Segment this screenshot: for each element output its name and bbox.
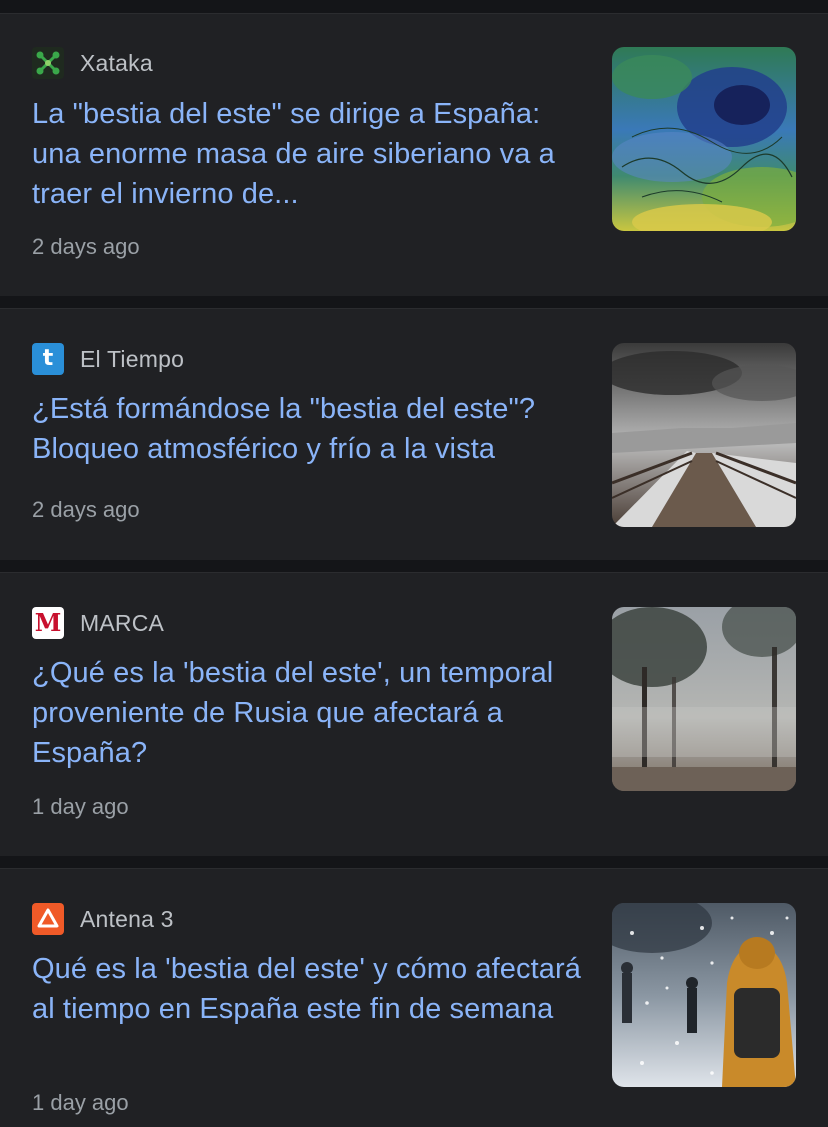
news-card[interactable]: M MARCA ¿Qué es la 'bestia del este', un… — [0, 572, 828, 856]
source-row: M MARCA — [32, 607, 164, 639]
antena3-logo-icon-svg — [37, 908, 59, 928]
el-tiempo-logo-letter: t — [42, 346, 54, 371]
marca-logo-icon: M — [32, 607, 64, 639]
article-timestamp: 2 days ago — [32, 234, 140, 259]
xataka-logo-icon-svg — [36, 51, 60, 75]
article-headline[interactable]: ¿Está formándose la "bestia del este"? B… — [32, 389, 592, 469]
source-name: MARCA — [80, 609, 165, 636]
el-tiempo-logo-icon: t — [32, 343, 64, 375]
weather-map-thumbnail[interactable] — [612, 47, 796, 231]
article-headline[interactable]: ¿Qué es la 'bestia del este', un tempora… — [32, 653, 592, 773]
foggy-park-thumbnail[interactable] — [612, 607, 796, 791]
snowfall-street-thumbnail[interactable] — [612, 903, 796, 1087]
source-row: Antena 3 — [32, 903, 174, 935]
article-timestamp: 1 day ago — [32, 1090, 129, 1115]
article-timestamp: 2 days ago — [32, 497, 140, 522]
xataka-logo-icon — [32, 47, 64, 79]
source-name: Xataka — [80, 49, 153, 76]
antena3-logo-icon — [32, 903, 64, 935]
source-name: El Tiempo — [80, 345, 185, 372]
source-row: Xataka — [32, 47, 153, 79]
snowy-bridge-thumbnail[interactable] — [612, 343, 796, 527]
news-feed: Xataka La "bestia del este" se dirige a … — [0, 0, 828, 1127]
source-name: Antena 3 — [80, 905, 174, 932]
source-row: t El Tiempo — [32, 343, 184, 375]
article-headline[interactable]: La "bestia del este" se dirige a España:… — [32, 94, 592, 214]
news-card[interactable]: Xataka La "bestia del este" se dirige a … — [0, 13, 828, 296]
article-timestamp: 1 day ago — [32, 794, 129, 819]
news-card[interactable]: Antena 3 Qué es la 'bestia del este' y c… — [0, 868, 828, 1127]
article-headline[interactable]: Qué es la 'bestia del este' y cómo afect… — [32, 949, 592, 1029]
news-card[interactable]: t El Tiempo ¿Está formándose la "bestia … — [0, 308, 828, 560]
marca-logo-letter: M — [34, 608, 62, 637]
